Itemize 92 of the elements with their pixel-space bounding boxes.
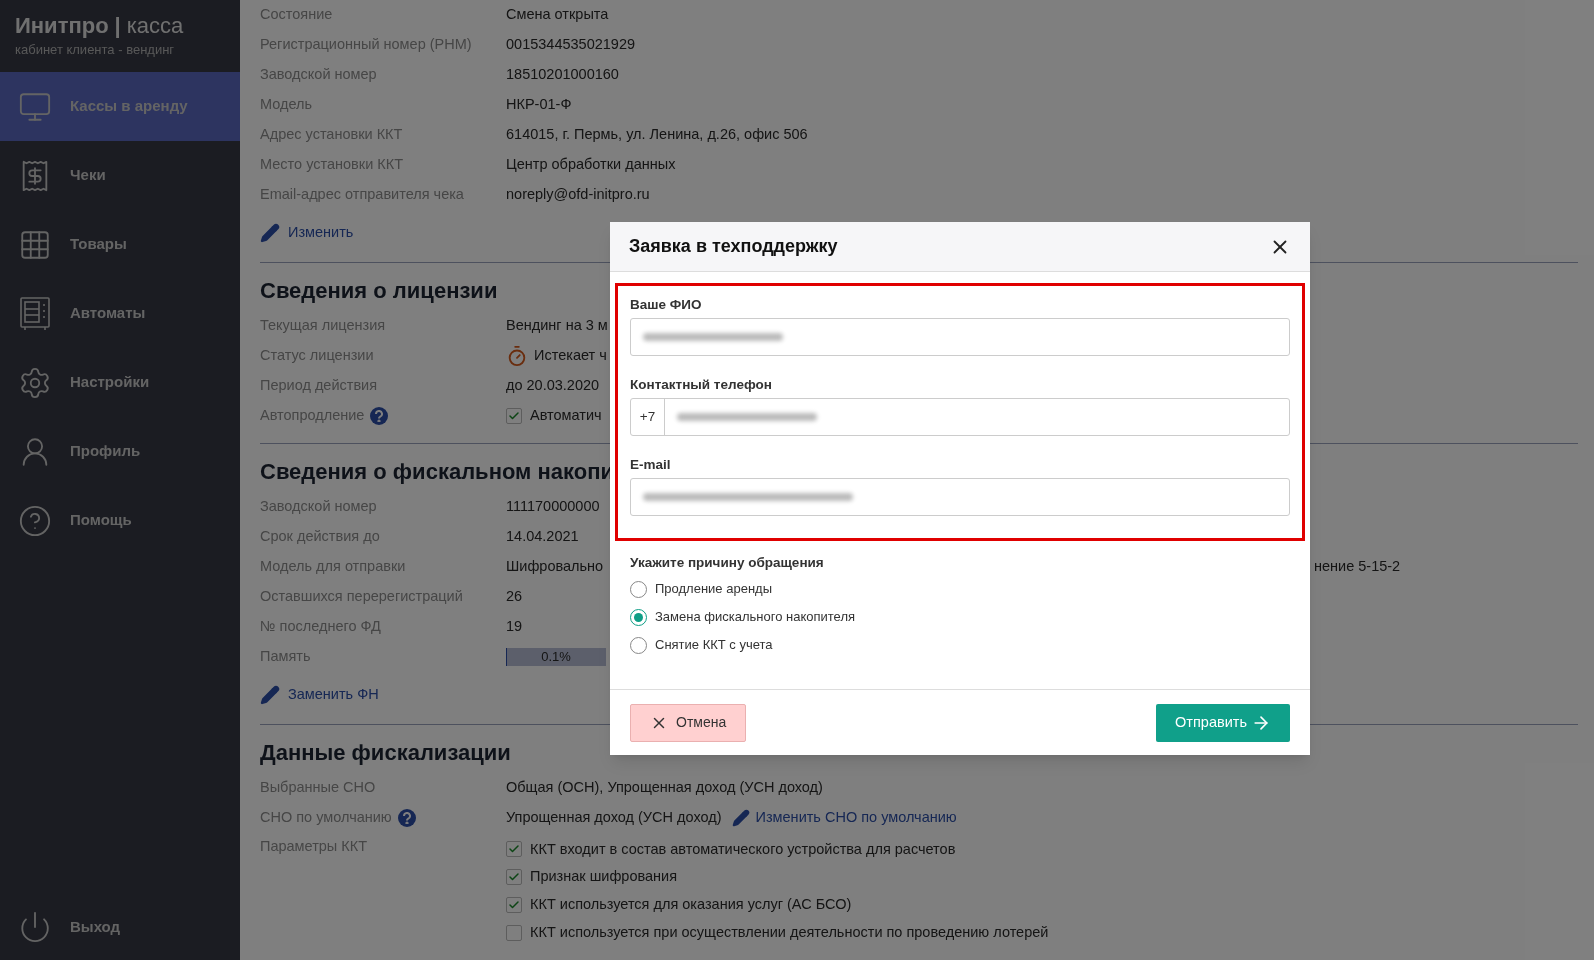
- field-value: Вендинг на 3 м: [506, 315, 608, 335]
- field-label: Модель для отправки: [260, 556, 406, 576]
- field-label: Выбранные СНО: [260, 777, 376, 797]
- field-label: E-mail: [630, 455, 672, 474]
- checkbox[interactable]: [506, 841, 522, 858]
- field-value: Шифровально: [506, 557, 604, 574]
- product-name: касса: [126, 12, 184, 40]
- brand-name: Инитпро: [15, 12, 109, 40]
- field-value: 26: [506, 586, 523, 606]
- submit-button[interactable]: Отправить: [1156, 703, 1290, 742]
- section-heading: Сведения о фискальном накопи: [260, 458, 614, 487]
- input-field[interactable]: [630, 478, 1290, 516]
- field-label: Состояние: [260, 5, 333, 25]
- checkbox[interactable]: [506, 896, 522, 913]
- field-value: Упрощенная доход (УСН доход): [506, 807, 722, 827]
- field-label: Email-адрес отправителя чека: [260, 185, 464, 205]
- help-icon: [18, 503, 52, 538]
- edit-link[interactable]: Изменить: [260, 218, 354, 248]
- field-label: № последнего ФД: [260, 616, 381, 636]
- field-label: Параметры ККТ: [260, 836, 368, 856]
- field-value: 111170000000: [506, 496, 600, 516]
- sidebar-item[interactable]: Профиль: [0, 417, 240, 486]
- field-value: 14.04.2021: [506, 526, 579, 546]
- input-field[interactable]: [630, 318, 1290, 356]
- field-value: Смена открыта: [506, 5, 609, 25]
- pencil-icon: [260, 684, 280, 705]
- field-value: noreply@ofd-initpro.ru: [506, 185, 650, 205]
- checkbox[interactable]: [506, 924, 522, 941]
- sidebar-item[interactable]: Товары: [0, 210, 240, 279]
- field-label: Период действия: [260, 375, 378, 395]
- field-label: Место установки ККТ: [260, 155, 403, 175]
- field-label: Модель: [260, 95, 313, 115]
- reason-label: Укажите причину обращения: [630, 553, 825, 572]
- field-label: СНО по умолчанию: [260, 807, 392, 827]
- sidebar-item[interactable]: Настройки: [0, 348, 240, 417]
- field-label: Заводской номер: [260, 65, 377, 85]
- power-icon: [18, 910, 52, 944]
- field-label: Контактный телефон: [630, 375, 773, 394]
- section-heading: Сведения о лицензии: [260, 277, 498, 306]
- field-value: Истекает ч: [534, 345, 607, 365]
- field-value: 614015, г. Пермь, ул. Ленина, д.26, офис 506: [506, 125, 808, 145]
- field-label: Адрес установки ККТ: [260, 125, 403, 145]
- check-icon: [508, 409, 520, 422]
- section-heading: Данные фискализации: [260, 739, 511, 767]
- field-label: Ваше ФИО: [630, 295, 703, 314]
- pencil-icon: [260, 223, 280, 243]
- checkbox[interactable]: [506, 407, 522, 424]
- subtitle: кабинет клиента - вендинг: [15, 41, 176, 59]
- checkbox-label: ККТ используется при осуществлении деятельности по проведению лотерей: [530, 922, 1049, 942]
- help-icon[interactable]: [370, 406, 389, 425]
- field-label: Регистрационный номер (РНМ): [260, 35, 472, 55]
- dialog-title: Заявка в техподдержку: [629, 235, 838, 258]
- field-value: нение 5-15-2: [1314, 556, 1401, 576]
- logo-separator: |: [114, 12, 121, 40]
- field-label: Оставшихся перерегистраций: [260, 586, 463, 606]
- field-label: Текущая лицензия: [260, 315, 386, 335]
- field-label: Заводской номер: [260, 496, 377, 516]
- logout-item[interactable]: Выход: [0, 897, 240, 957]
- radio-option[interactable]: Снятие ККТ с учета: [630, 631, 1290, 659]
- field-value: 0015344535021929: [506, 35, 636, 55]
- field-label: Память: [260, 646, 311, 666]
- field-value: до 20.03.2020: [506, 375, 600, 395]
- sidebar-item[interactable]: Автоматы: [0, 279, 240, 348]
- radio-option[interactable]: Замена фискального накопителя: [630, 603, 1290, 631]
- field-value: НКР-01-Ф: [506, 95, 572, 115]
- radio-option[interactable]: Продление аренды: [630, 575, 1290, 603]
- phone-prefix: +7: [631, 399, 665, 435]
- checkbox-label: ККТ используется для оказания услуг (АС БСО): [530, 895, 852, 914]
- pencil-icon: [731, 808, 750, 827]
- field-label: Статус лицензии: [260, 345, 374, 365]
- progress-reading: 0.1%: [541, 648, 571, 666]
- field-label: Автопродление: [260, 405, 365, 425]
- settings-icon: [18, 365, 52, 400]
- edit-link[interactable]: Заменить ФН: [260, 679, 379, 710]
- field-value: Центр обработки данных: [506, 155, 676, 175]
- field-label: Срок действия до: [260, 526, 380, 546]
- field-value: 19: [506, 616, 523, 636]
- edit-link[interactable]: Изменить СНО по умолчанию: [731, 806, 957, 829]
- vending-machine-icon: [19, 296, 51, 331]
- checkbox-label: Автоматич: [530, 405, 602, 425]
- field-value: Общая (ОСН), Упрощенная доход (УСН доход): [506, 777, 823, 797]
- check-icon: [508, 898, 520, 911]
- field-value: 18510201000160: [506, 65, 619, 85]
- phone-field[interactable]: +7: [630, 398, 1290, 436]
- checkbox-label: Признак шифрования: [530, 867, 678, 887]
- timer-icon: [506, 344, 528, 367]
- checkbox-label: ККТ входит в состав автоматического устройства для расчетов: [530, 839, 956, 859]
- checkbox[interactable]: [506, 869, 522, 886]
- sidebar-item[interactable]: Помощь: [0, 486, 240, 555]
- help-icon[interactable]: [397, 808, 416, 827]
- cancel-button[interactable]: Отмена: [630, 703, 747, 742]
- sidebar-item[interactable]: Чеки: [0, 141, 240, 210]
